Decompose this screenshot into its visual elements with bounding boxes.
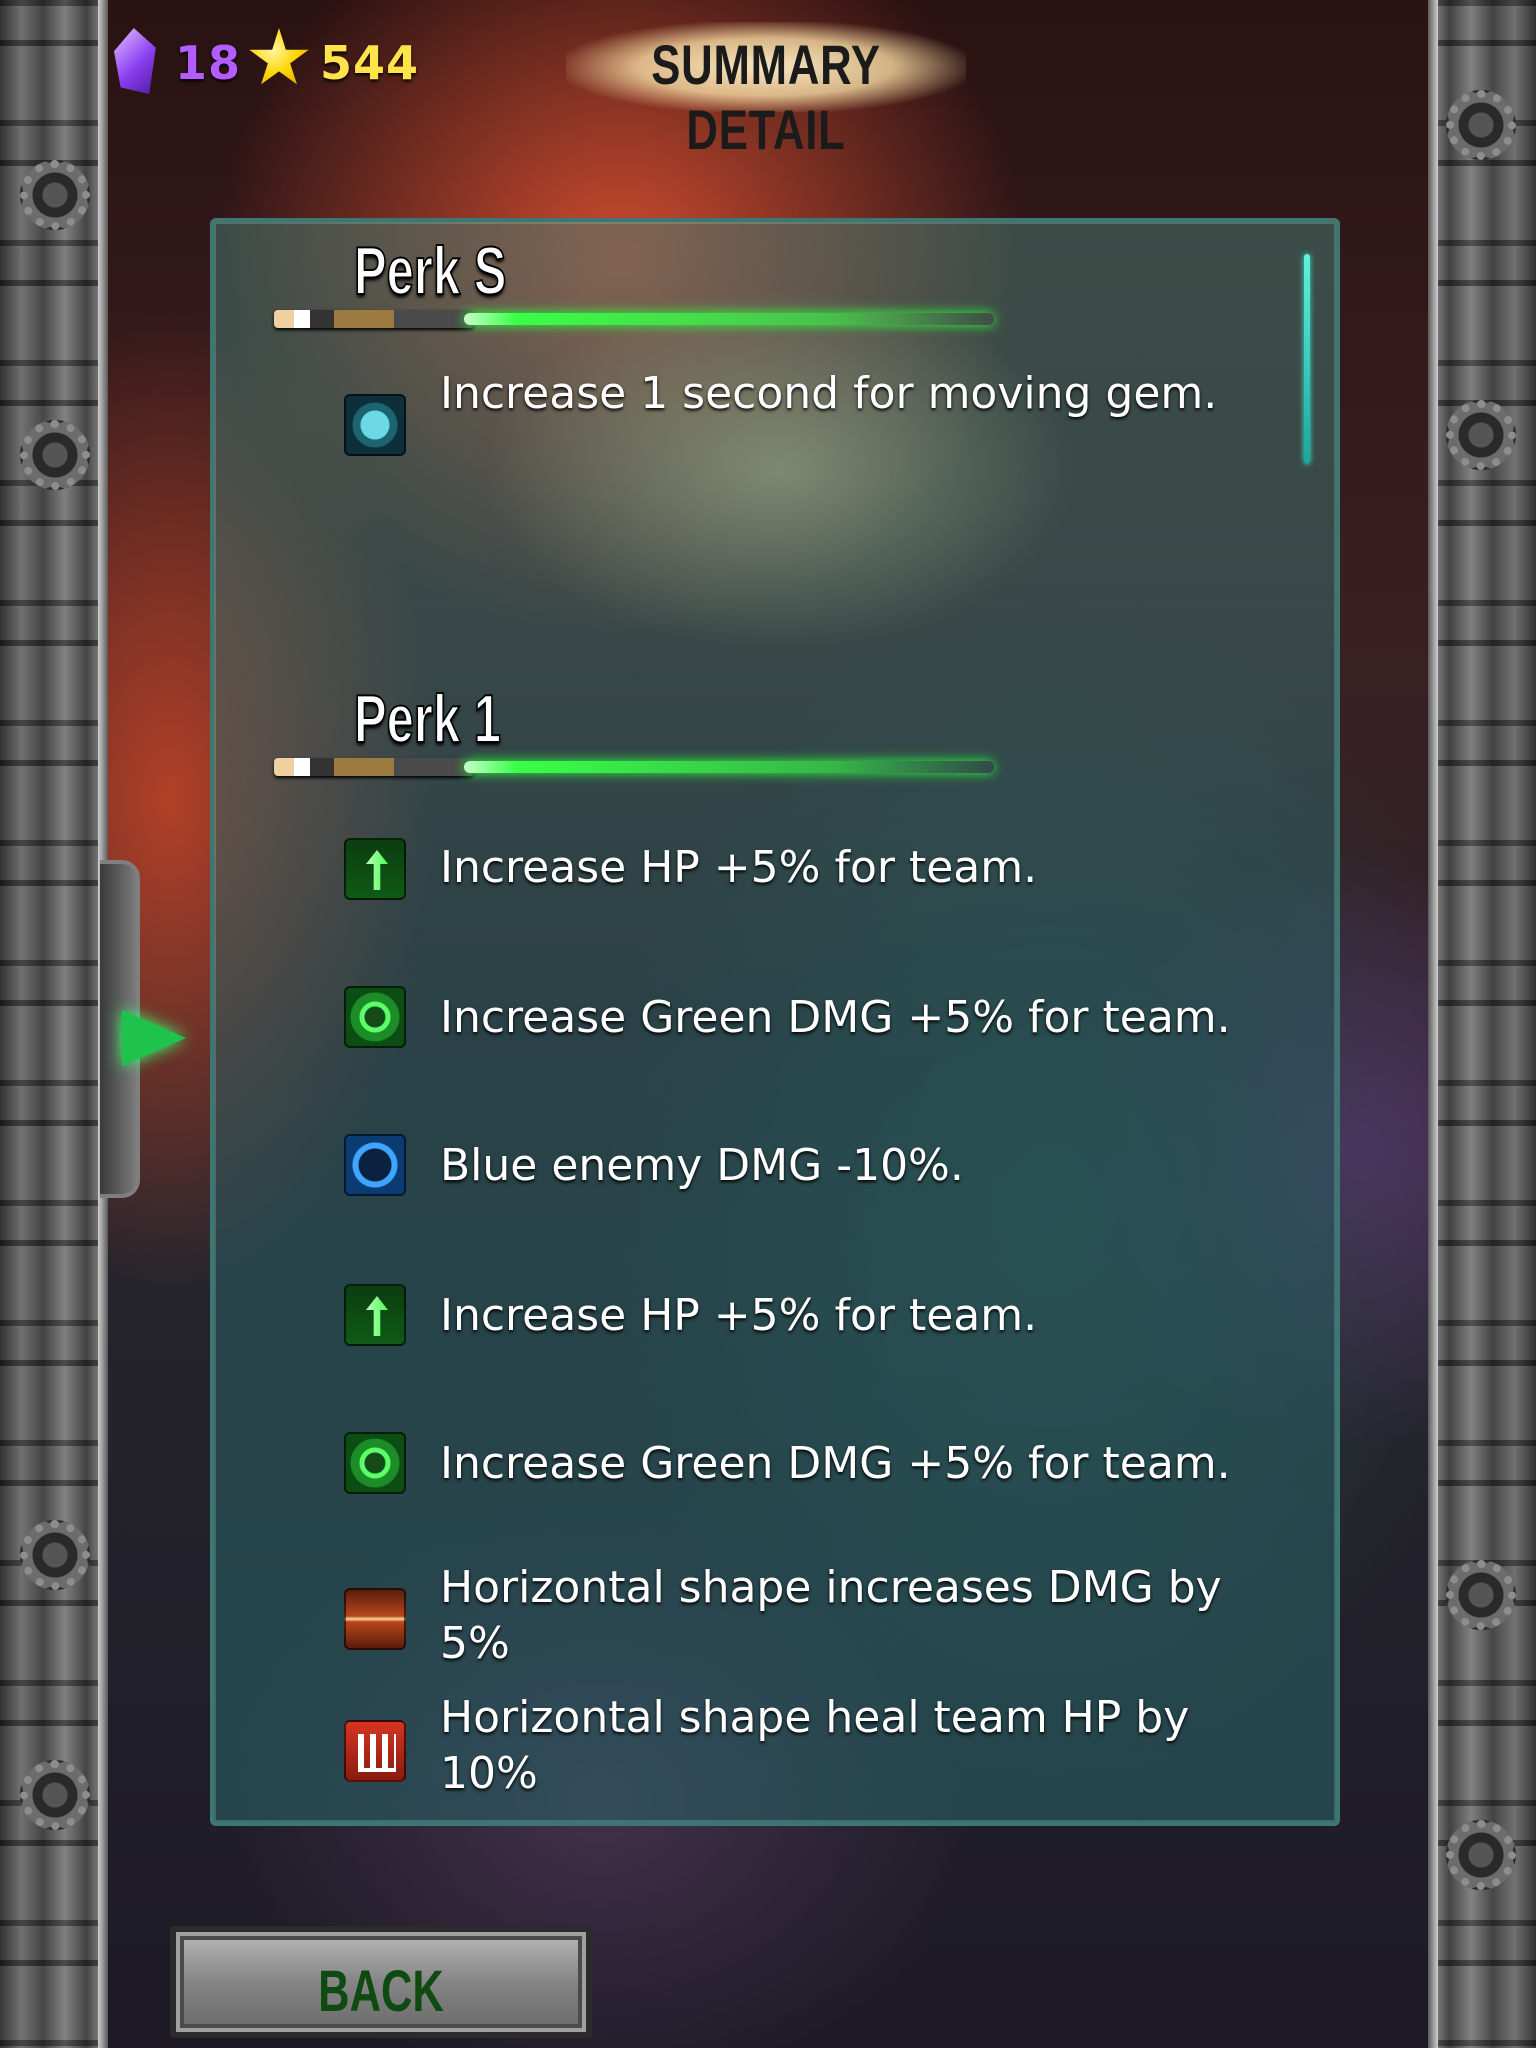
perk-item-text: Blue enemy DMG -10%.	[440, 1140, 964, 1191]
gear-icon	[20, 1760, 90, 1830]
perk-item-text: Increase HP +5% for team.	[440, 1290, 1038, 1341]
perk-item-text: Horizontal shape increases DMG by 5%	[440, 1562, 1222, 1669]
blue-orb-icon	[344, 1134, 406, 1196]
left-frame	[0, 0, 108, 2048]
back-button-label: BACK	[318, 1959, 444, 2024]
right-frame	[1428, 0, 1536, 2048]
perk-header: Perk S	[274, 232, 994, 352]
stars-count: 544	[320, 36, 420, 90]
saber-blade	[464, 313, 994, 325]
drawer-arrow-icon[interactable]	[122, 1010, 186, 1066]
hp-up-icon	[344, 838, 406, 900]
perk-title: Perk S	[353, 232, 507, 310]
hp-up-icon	[344, 1284, 406, 1346]
horizontal-heal-icon	[344, 1720, 406, 1782]
green-dmg-icon	[344, 986, 406, 1048]
saber-handle	[274, 758, 474, 776]
gear-icon	[1446, 1560, 1516, 1630]
horizontal-dmg-icon	[344, 1588, 406, 1650]
perk-item-text: Horizontal shape heal team HP by 10%	[440, 1692, 1190, 1799]
back-button[interactable]: BACK	[170, 1926, 592, 2038]
perk-item-text: Increase Green DMG +5% for team.	[440, 992, 1231, 1043]
perk-item-text: Increase Green DMG +5% for team.	[440, 1438, 1231, 1489]
lightsaber-divider	[274, 304, 994, 332]
page-title: SUMMARY DETAIL	[651, 33, 881, 161]
crystal-icon	[114, 28, 156, 94]
lightsaber-divider	[274, 752, 994, 780]
star-icon	[249, 28, 309, 85]
gems-count: 18	[175, 36, 242, 90]
perk-header: Perk 1	[274, 680, 994, 800]
perk-item-text: Increase 1 second for moving gem.	[440, 368, 1218, 419]
scrollbar[interactable]	[1304, 254, 1310, 464]
gear-icon	[1446, 1820, 1516, 1890]
hourglass-icon	[344, 394, 406, 456]
green-dmg-icon	[344, 1432, 406, 1494]
gear-icon	[20, 160, 90, 230]
saber-blade	[464, 761, 994, 773]
gear-icon	[1446, 400, 1516, 470]
gear-icon	[20, 1520, 90, 1590]
top-bar: 18 544 SUMMARY DETAIL	[0, 0, 1536, 161]
gear-icon	[20, 420, 90, 490]
summary-panel[interactable]: Perk S Increase 1 second for moving gem.…	[210, 218, 1340, 1826]
perk-item-text: Increase HP +5% for team.	[440, 842, 1038, 893]
saber-handle	[274, 310, 474, 328]
perk-title: Perk 1	[353, 680, 502, 758]
